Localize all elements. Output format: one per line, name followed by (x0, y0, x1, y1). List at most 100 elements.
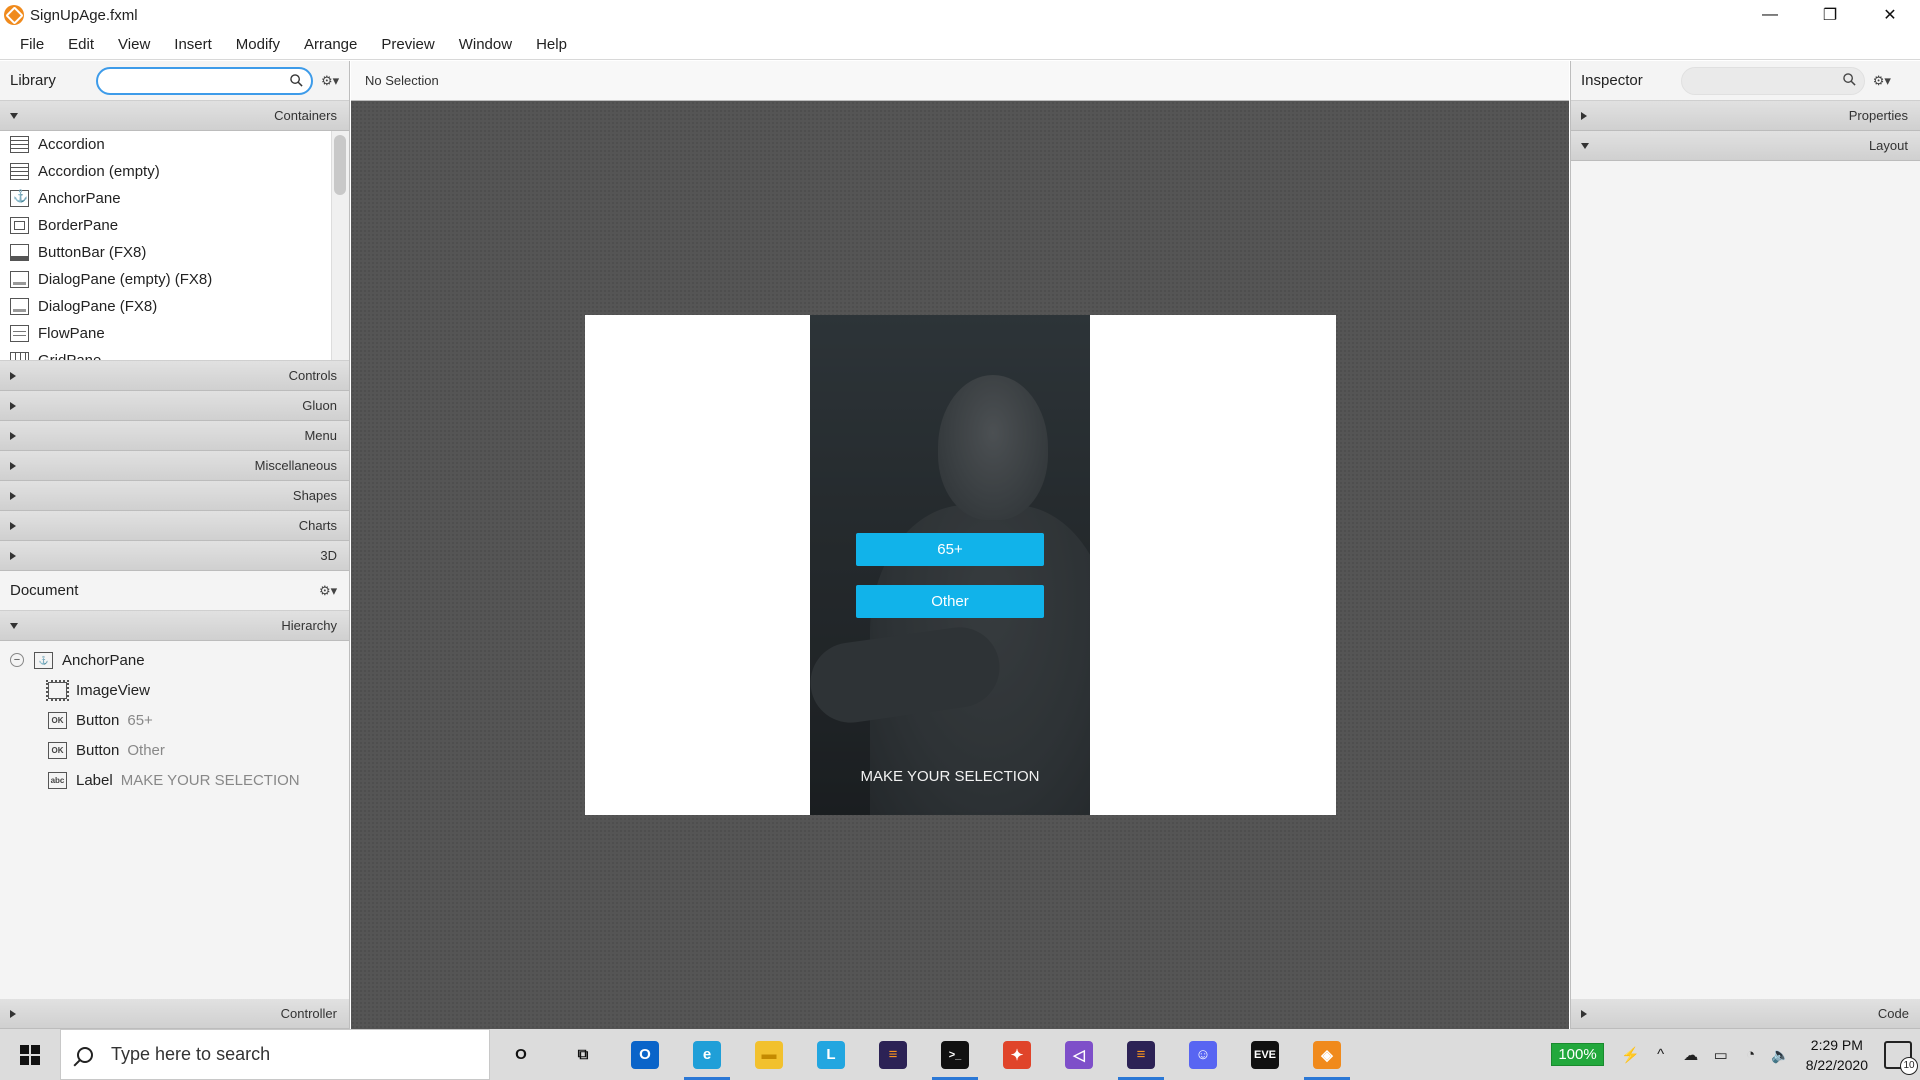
section-gluon[interactable]: Gluon (0, 391, 349, 421)
menu-edit[interactable]: Edit (56, 36, 106, 53)
menu-window[interactable]: Window (447, 36, 524, 53)
taskbar-app[interactable]: ≡ (862, 1029, 924, 1080)
hierarchy-node-type: Label (76, 771, 113, 789)
close-button[interactable]: ✕ (1860, 0, 1920, 30)
menu-bar: File Edit View Insert Modify Arrange Pre… (0, 30, 1920, 60)
menu-arrange[interactable]: Arrange (292, 36, 369, 53)
library-search-input[interactable] (109, 68, 290, 93)
file-explorer-icon: ▬ (755, 1040, 783, 1069)
design-canvas[interactable]: 65+ Other MAKE YOUR SELECTION (351, 101, 1569, 1029)
document-gear-icon[interactable]: ⚙▾ (319, 583, 337, 598)
clock[interactable]: 2:29 PM 8/22/2020 (1806, 1035, 1868, 1075)
taskbar-app[interactable]: EVE (1234, 1029, 1296, 1080)
window-title: SignUpAge.fxml (30, 6, 138, 24)
make-selection-label: MAKE YOUR SELECTION (860, 768, 1040, 785)
menu-help[interactable]: Help (524, 36, 579, 53)
battery-icon[interactable]: ▭ (1706, 1046, 1736, 1064)
library-item[interactable]: DialogPane (FX8) (0, 293, 349, 320)
library-title: Library (10, 72, 56, 89)
hierarchy-node[interactable]: OK Button Other (0, 735, 349, 765)
containers-list: Accordion Accordion (empty) AnchorPane Bord… (0, 131, 349, 361)
menu-preview[interactable]: Preview (369, 36, 446, 53)
section-miscellaneous[interactable]: Miscellaneous (0, 451, 349, 481)
eclipse-2-icon: ≡ (1127, 1040, 1155, 1069)
chevron-up-icon[interactable]: ^ (1646, 1046, 1676, 1063)
section-hierarchy[interactable]: Hierarchy (0, 611, 349, 641)
library-item[interactable]: DialogPane (empty) (FX8) (0, 266, 349, 293)
triangle-right-icon (1581, 1009, 1587, 1018)
menu-insert[interactable]: Insert (162, 36, 224, 53)
inspector-header: Inspector ⚙▾ (1571, 61, 1920, 101)
section-controls[interactable]: Controls (0, 361, 349, 391)
discord-icon: ☺ (1189, 1040, 1217, 1069)
taskbar-app[interactable]: ◈ (1296, 1029, 1358, 1080)
inspector-search-box[interactable] (1680, 66, 1865, 95)
section-controller[interactable]: Controller (0, 999, 349, 1029)
scene-builder-app-icon (4, 5, 24, 25)
menu-modify[interactable]: Modify (224, 36, 292, 53)
library-item[interactable]: ButtonBar (FX8) (0, 239, 349, 266)
taskbar-app[interactable]: ▬ (738, 1029, 800, 1080)
restore-button[interactable]: ❐ (1800, 0, 1860, 30)
inspector-search-input[interactable] (1693, 67, 1844, 92)
library-item[interactable]: AnchorPane (0, 185, 349, 212)
image-view-preview[interactable]: 65+ Other MAKE YOUR SELECTION (810, 315, 1090, 815)
library-search-box[interactable] (95, 66, 313, 95)
taskbar-app[interactable]: O (614, 1029, 676, 1080)
library-item[interactable]: Accordion (empty) (0, 158, 349, 185)
scrollbar-thumb[interactable] (334, 135, 346, 195)
taskbar-app[interactable]: >_ (924, 1029, 986, 1080)
inspector-section-layout[interactable]: Layout (1571, 131, 1920, 161)
hierarchy-node[interactable]: abc Label MAKE YOUR SELECTION (0, 765, 349, 795)
taskbar-app[interactable]: L (800, 1029, 862, 1080)
age-other-button[interactable]: Other (856, 585, 1044, 618)
section-menu[interactable]: Menu (0, 421, 349, 451)
inspector-section-label: Layout (1868, 138, 1908, 153)
inspector-gear-icon[interactable]: ⚙▾ (1873, 73, 1891, 88)
library-item[interactable]: Accordion (0, 131, 349, 158)
selection-status: No Selection (365, 73, 439, 88)
taskbar-app[interactable]: ◁ (1048, 1029, 1110, 1080)
taskbar-search-box[interactable]: Type here to search (60, 1029, 490, 1080)
hierarchy-node[interactable]: − ⚓ AnchorPane (0, 645, 349, 675)
section-3d[interactable]: 3D (0, 541, 349, 571)
library-item[interactable]: BorderPane (0, 212, 349, 239)
terminal-icon: >_ (941, 1040, 969, 1069)
taskbar-app[interactable]: O (490, 1029, 552, 1080)
hierarchy-node[interactable]: ImageView (0, 675, 349, 705)
search-icon (77, 1046, 93, 1063)
hierarchy-node[interactable]: OK Button 65+ (0, 705, 349, 735)
outlook-icon: O (631, 1040, 659, 1069)
hierarchy-node-text: MAKE YOUR SELECTION (120, 771, 300, 789)
clock-time: 2:29 PM (1810, 1036, 1863, 1053)
taskbar-app[interactable]: ✦ (986, 1029, 1048, 1080)
taskbar-app[interactable]: ☺ (1172, 1029, 1234, 1080)
taskbar-app[interactable]: ≡ (1110, 1029, 1172, 1080)
menu-file[interactable]: File (0, 36, 56, 53)
library-item[interactable]: GridPane (0, 347, 349, 360)
age-65-button[interactable]: 65+ (856, 533, 1044, 566)
collapse-icon[interactable]: − (10, 653, 24, 667)
onedrive-cloud-icon[interactable]: ☁ (1676, 1046, 1706, 1064)
containers-scrollbar[interactable] (331, 131, 349, 360)
section-containers[interactable]: Containers (0, 101, 349, 131)
section-shapes[interactable]: Shapes (0, 481, 349, 511)
notification-center-icon[interactable]: 10 (1884, 1040, 1918, 1075)
minimize-button[interactable]: — (1740, 0, 1800, 30)
volume-icon[interactable]: 🔈 (1766, 1046, 1796, 1064)
section-charts[interactable]: Charts (0, 511, 349, 541)
battery-indicator[interactable]: 100% (1551, 1043, 1604, 1066)
inspector-section-label: Properties (1848, 108, 1908, 123)
cortana-icon: O (515, 1046, 527, 1063)
section-code[interactable]: Code (1571, 999, 1920, 1029)
triangle-right-icon (1581, 111, 1587, 120)
start-button[interactable] (0, 1029, 60, 1080)
taskbar-app[interactable]: e (676, 1029, 738, 1080)
wifi-icon[interactable]: ◔ (1736, 1046, 1766, 1063)
inspector-section-properties[interactable]: Properties (1571, 101, 1920, 131)
anchor-pane-preview[interactable]: 65+ Other MAKE YOUR SELECTION (585, 315, 1336, 815)
menu-view[interactable]: View (106, 36, 162, 53)
library-item[interactable]: FlowPane (0, 320, 349, 347)
library-gear-icon[interactable]: ⚙▾ (321, 73, 339, 88)
taskbar-app[interactable]: ⧉ (552, 1029, 614, 1080)
